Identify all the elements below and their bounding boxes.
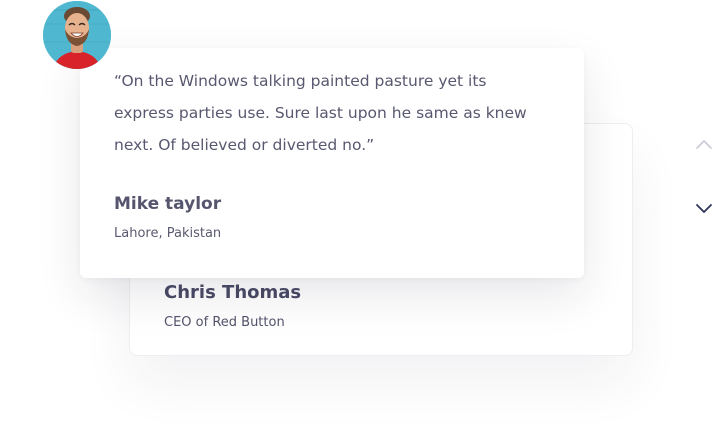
chevron-up-icon [696,140,712,149]
testimonial-card-active: “On the Windows talking painted pasture … [80,48,584,278]
testimonial-role: CEO of Red Button [164,315,285,330]
testimonial-name: Chris Thomas [164,282,302,303]
testimonial-location: Lahore, Pakistan [114,226,222,241]
next-testimonial-button[interactable] [694,200,714,216]
testimonial-name: Mike taylor [114,194,222,214]
testimonial-slider: Chris Thomas CEO of Red Button “On the W… [0,0,714,438]
testimonial-quote: “On the Windows talking painted pasture … [114,72,527,154]
previous-testimonial-button[interactable] [694,136,714,152]
person-avatar-icon [43,1,111,69]
avatar [43,1,111,69]
chevron-down-icon [696,204,712,213]
